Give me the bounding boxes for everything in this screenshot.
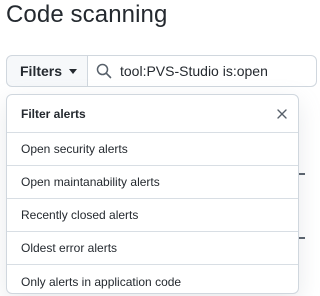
menu-item-open-security-alerts[interactable]: Open security alerts	[7, 133, 298, 166]
menu-item-oldest-error-alerts[interactable]: Oldest error alerts	[7, 232, 298, 265]
search-icon	[96, 63, 112, 79]
menu-item-label: Oldest error alerts	[21, 241, 118, 255]
page-title: Code scanning	[6, 1, 168, 28]
search-field[interactable]	[87, 55, 317, 87]
background-fragment	[299, 173, 305, 175]
menu-item-recently-closed-alerts[interactable]: Recently closed alerts	[7, 199, 298, 232]
close-icon[interactable]	[274, 106, 290, 122]
search-input[interactable]	[120, 63, 300, 79]
menu-item-label: Recently closed alerts	[21, 208, 139, 222]
filters-label: Filters	[20, 63, 63, 79]
menu-item-label: Open security alerts	[21, 142, 128, 156]
filter-alerts-menu: Filter alerts Open security alerts Open …	[6, 94, 299, 294]
background-edge	[300, 95, 305, 296]
menu-title: Filter alerts	[21, 106, 86, 121]
background-fragment	[299, 237, 305, 239]
menu-header: Filter alerts	[7, 95, 298, 133]
chevron-down-icon	[69, 68, 78, 74]
menu-item-label: Open maintanability alerts	[21, 175, 160, 189]
filters-button[interactable]: Filters	[6, 55, 88, 87]
menu-item-label: Only alerts in application code	[21, 274, 182, 289]
menu-item-open-maintainability-alerts[interactable]: Open maintanability alerts	[7, 166, 298, 199]
menu-item-application-code-alerts[interactable]: Only alerts in application code	[7, 265, 298, 293]
